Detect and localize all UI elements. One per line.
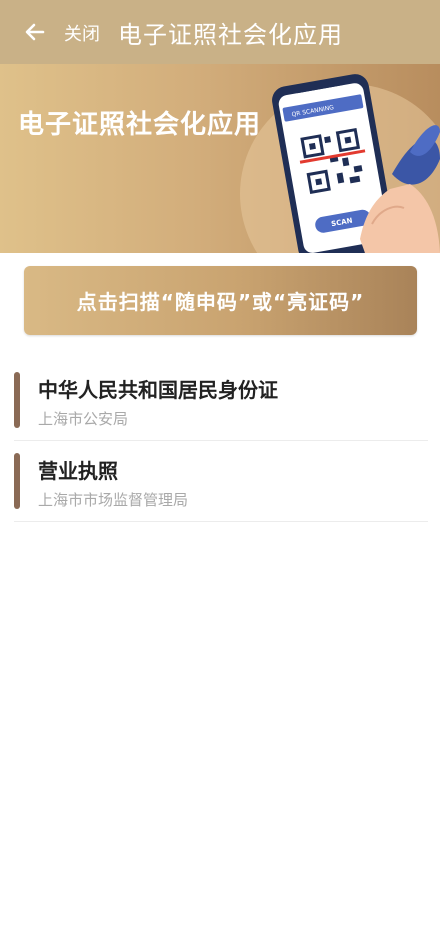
- scan-code-button[interactable]: 点击扫描“随申码”或“亮证码”: [24, 266, 417, 335]
- back-button[interactable]: [20, 17, 50, 47]
- banner-title: 电子证照社会化应用: [18, 110, 262, 140]
- list-item-id-card[interactable]: 中华人民共和国居民身份证 上海市公安局: [14, 360, 428, 441]
- document-issuer: 上海市公安局: [38, 410, 129, 428]
- hero-banner: QR SCANNING SCAN 电子证照社会化应用: [0, 64, 440, 253]
- document-list: 中华人民共和国居民身份证 上海市公安局 营业执照 上海市市场监督管理局: [14, 360, 428, 522]
- arrow-left-icon: [25, 23, 45, 41]
- page-title: 电子证照社会化应用: [118, 21, 343, 49]
- qr-scan-illustration: QR SCANNING SCAN: [240, 74, 440, 253]
- document-name: 营业执照: [38, 459, 118, 483]
- top-bar: 关闭 电子证照社会化应用: [0, 0, 440, 64]
- document-name: 中华人民共和国居民身份证: [38, 378, 278, 402]
- list-item-accent-bar: [14, 453, 20, 509]
- document-issuer: 上海市市场监督管理局: [38, 491, 189, 509]
- list-item-business-license[interactable]: 营业执照 上海市市场监督管理局: [14, 441, 428, 522]
- list-item-accent-bar: [14, 372, 20, 428]
- close-button[interactable]: 关闭: [64, 20, 100, 46]
